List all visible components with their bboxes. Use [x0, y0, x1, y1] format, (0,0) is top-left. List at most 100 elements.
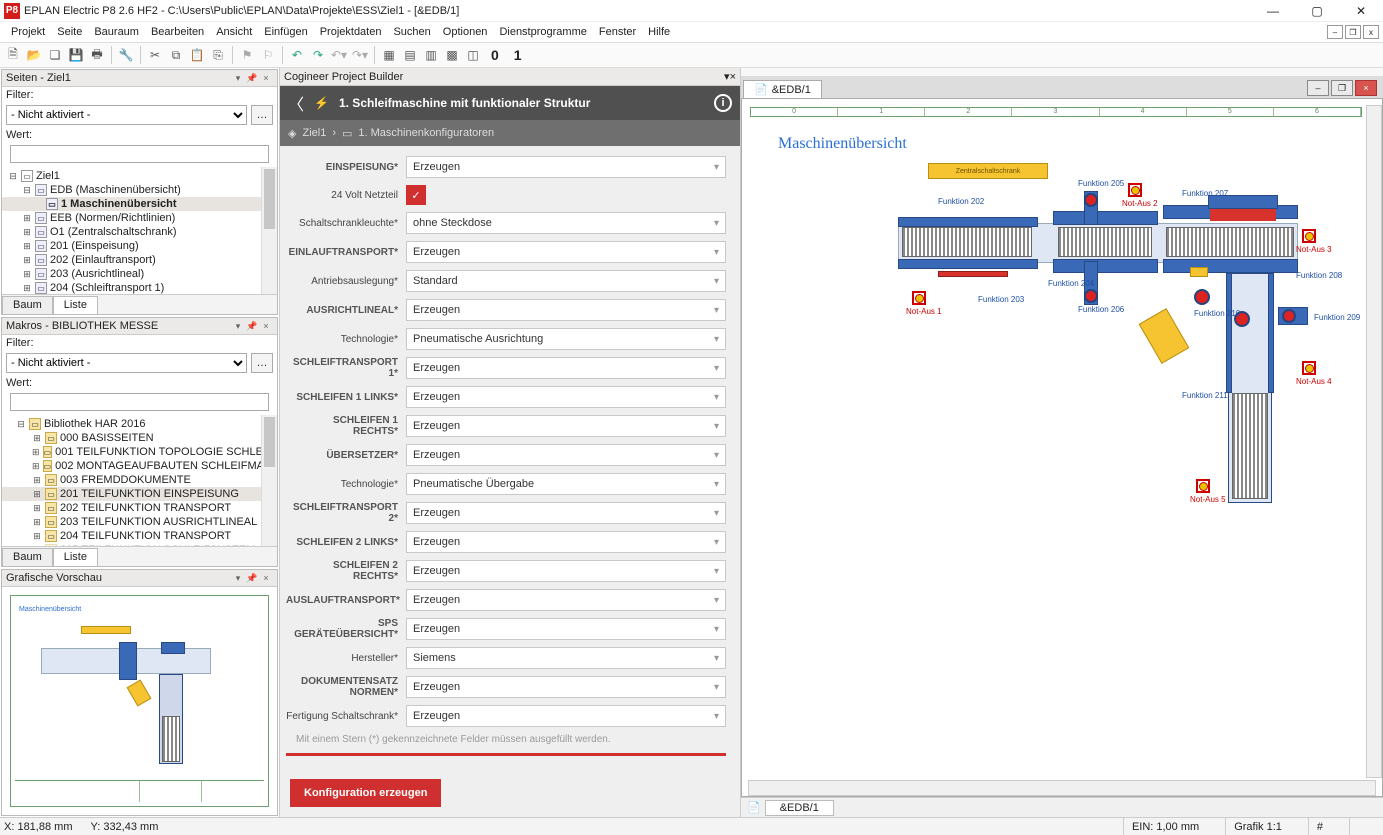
flag2-icon[interactable]: ⚐ — [259, 46, 277, 64]
menu-bauraum[interactable]: Bauraum — [89, 24, 144, 40]
cogineer-form: EINSPEISUNG*Erzeugen24 Volt Netzteil✓Sch… — [280, 146, 740, 769]
grid4-icon[interactable]: ▩ — [443, 46, 461, 64]
cog-select[interactable]: Erzeugen — [406, 618, 726, 640]
menu-fenster[interactable]: Fenster — [594, 24, 641, 40]
cog-select[interactable]: Siemens — [406, 647, 726, 669]
cog-select[interactable]: Erzeugen — [406, 415, 726, 437]
macros-scrollbar[interactable] — [261, 415, 277, 546]
panel-menu-icon[interactable]: ▾ — [231, 572, 245, 584]
pages-wert-input[interactable] — [10, 145, 269, 163]
redo-icon[interactable]: ↷ — [309, 46, 327, 64]
new-icon[interactable]: 🗎 — [4, 46, 22, 64]
status-x: X: 181,88 mm — [4, 821, 72, 833]
window-close[interactable]: ✕ — [1339, 0, 1383, 22]
paste-special-icon[interactable]: ⎘ — [209, 46, 227, 64]
preview-canvas[interactable]: Maschinenübersicht — [2, 587, 277, 815]
grid3-icon[interactable]: ▥ — [422, 46, 440, 64]
cog-select[interactable]: Erzeugen — [406, 357, 726, 379]
open-icon[interactable]: 📂 — [25, 46, 43, 64]
pages-tree[interactable]: ⊟▭Ziel1 ⊟▭EDB (Maschinenübersicht) ▭1 Ma… — [2, 167, 277, 294]
grid1-icon[interactable]: ▦ — [380, 46, 398, 64]
cog-select[interactable]: Erzeugen — [406, 386, 726, 408]
mdi-restore-icon[interactable]: ❐ — [1345, 25, 1361, 39]
macros-wert-input[interactable] — [10, 393, 269, 411]
panel-pin-icon[interactable]: 📌 — [245, 320, 259, 332]
grid2-icon[interactable]: ▤ — [401, 46, 419, 64]
menu-seite[interactable]: Seite — [52, 24, 87, 40]
macros-tab-baum[interactable]: Baum — [2, 548, 53, 566]
grid5-icon[interactable]: ◫ — [464, 46, 482, 64]
panel-close-icon[interactable]: × — [259, 72, 273, 84]
panel-menu-icon[interactable]: ▾ — [231, 72, 245, 84]
print-icon[interactable]: 🖶 — [88, 46, 106, 64]
cog-select[interactable]: Pneumatische Übergabe — [406, 473, 726, 495]
menu-projekt[interactable]: Projekt — [6, 24, 50, 40]
doc-restore-icon[interactable]: ❐ — [1331, 80, 1353, 96]
macros-filter-select[interactable]: - Nicht aktiviert - — [6, 353, 247, 373]
pages-filter-browse[interactable]: … — [251, 105, 273, 125]
cog-select[interactable]: Standard — [406, 270, 726, 292]
menu-optionen[interactable]: Optionen — [438, 24, 493, 40]
main-toolbar: 🗎 📂 ❏ 💾 🖶 🔧 ✂ ⧉ 📋 ⎘ ⚑ ⚐ ↶ ↷ ↶▾ ↷▾ ▦ ▤ ▥ … — [0, 42, 1383, 68]
editor-hscroll[interactable] — [748, 780, 1376, 796]
panel-close-icon[interactable]: × — [259, 320, 273, 332]
macros-tree[interactable]: ⊟▭Bibliothek HAR 2016 ⊞▭000 BASISSEITEN … — [2, 415, 277, 546]
undo-icon[interactable]: ↶ — [288, 46, 306, 64]
cog-checkbox[interactable]: ✓ — [406, 185, 426, 205]
copy2-icon[interactable]: ⧉ — [167, 46, 185, 64]
doc-minimize-icon[interactable]: – — [1307, 80, 1329, 96]
menu-hilfe[interactable]: Hilfe — [643, 24, 675, 40]
pages-scrollbar[interactable] — [261, 167, 277, 294]
cog-select[interactable]: Erzeugen — [406, 156, 726, 178]
cog-select[interactable]: Erzeugen — [406, 444, 726, 466]
menu-dienstprogramme[interactable]: Dienstprogramme — [494, 24, 591, 40]
menu-bearbeiten[interactable]: Bearbeiten — [146, 24, 209, 40]
back-icon[interactable]: 〈 — [288, 91, 304, 115]
mdi-minimize-icon[interactable]: – — [1327, 25, 1343, 39]
cut-icon[interactable]: ✂ — [146, 46, 164, 64]
generate-config-button[interactable]: Konfiguration erzeugen — [290, 779, 441, 807]
doc-close-icon[interactable]: × — [1355, 80, 1377, 96]
cog-select[interactable]: Erzeugen — [406, 299, 726, 321]
cog-select[interactable]: ohne Steckdose — [406, 212, 726, 234]
menu-ansicht[interactable]: Ansicht — [211, 24, 257, 40]
macros-filter-browse[interactable]: … — [251, 353, 273, 373]
flag-icon[interactable]: ⚑ — [238, 46, 256, 64]
editor-canvas[interactable]: 012 345 6 Maschinenübersicht Zentralscha… — [741, 98, 1383, 797]
redo-list-icon[interactable]: ↷▾ — [351, 46, 369, 64]
info-icon[interactable]: i — [714, 94, 732, 112]
menu-einfuegen[interactable]: Einfügen — [259, 24, 312, 40]
cog-label: SPS GERÄTEÜBERSICHT* — [286, 618, 406, 640]
copy-icon[interactable]: ❏ — [46, 46, 64, 64]
cog-select[interactable]: Erzeugen — [406, 589, 726, 611]
panel-pin-icon[interactable]: 📌 — [245, 72, 259, 84]
panel-close-icon[interactable]: × — [259, 572, 273, 584]
pages-filter-select[interactable]: - Nicht aktiviert - — [6, 105, 247, 125]
editor-tab[interactable]: 📄 &EDB/1 — [743, 80, 822, 98]
cog-select[interactable]: Erzeugen — [406, 502, 726, 524]
panel-menu-icon[interactable]: ▾ — [231, 320, 245, 332]
paste-icon[interactable]: 📋 — [188, 46, 206, 64]
panel-close-icon[interactable]: × — [730, 71, 736, 83]
cog-select[interactable]: Erzeugen — [406, 531, 726, 553]
editor-bottom-tab[interactable]: &EDB/1 — [765, 800, 834, 816]
menu-suchen[interactable]: Suchen — [388, 24, 435, 40]
window-maximize[interactable]: ▢ — [1295, 0, 1339, 22]
window-minimize[interactable]: — — [1251, 0, 1295, 22]
editor-vscroll[interactable] — [1366, 105, 1382, 778]
cogineer-breadcrumb[interactable]: ◈ Ziel1 › ▭ 1. Maschinenkonfiguratoren — [280, 120, 740, 146]
cog-select[interactable]: Erzeugen — [406, 676, 726, 698]
menu-projektdaten[interactable]: Projektdaten — [315, 24, 387, 40]
macros-tab-liste[interactable]: Liste — [53, 548, 98, 566]
cog-select[interactable]: Erzeugen — [406, 560, 726, 582]
undo-list-icon[interactable]: ↶▾ — [330, 46, 348, 64]
pages-tab-liste[interactable]: Liste — [53, 296, 98, 314]
mdi-close-icon[interactable]: x — [1363, 25, 1379, 39]
cog-select[interactable]: Pneumatische Ausrichtung — [406, 328, 726, 350]
save-icon[interactable]: 💾 — [67, 46, 85, 64]
panel-pin-icon[interactable]: 📌 — [245, 572, 259, 584]
cog-select[interactable]: Erzeugen — [406, 705, 726, 727]
wrench-icon[interactable]: 🔧 — [117, 46, 135, 64]
cog-select[interactable]: Erzeugen — [406, 241, 726, 263]
pages-tab-baum[interactable]: Baum — [2, 296, 53, 314]
